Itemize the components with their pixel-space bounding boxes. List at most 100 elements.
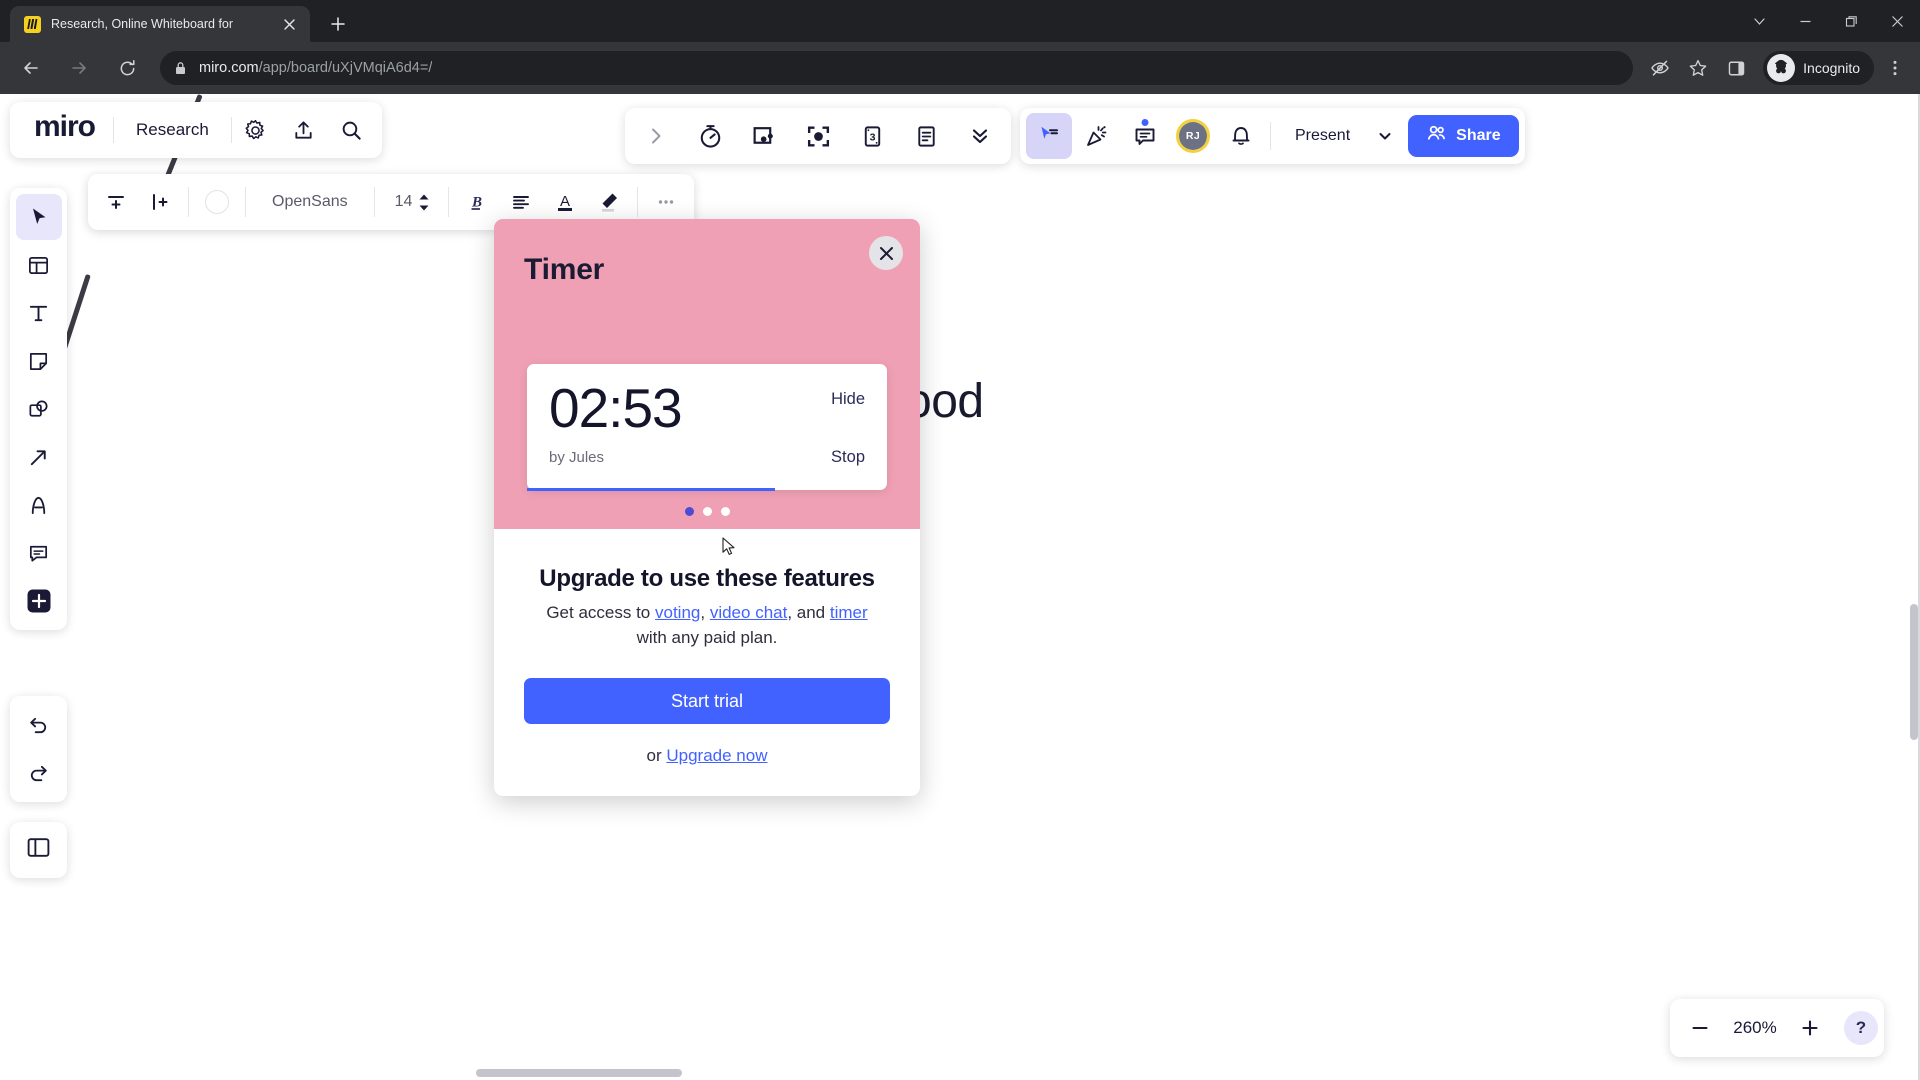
browser-toolbar: miro.com/app/board/uXjVMqiA6d4=/ Incogni…	[0, 42, 1920, 94]
plus-icon[interactable]	[1786, 1004, 1834, 1052]
upgrade-comma: ,	[700, 603, 710, 622]
svg-text:A: A	[560, 193, 570, 210]
carousel-dot[interactable]	[720, 507, 730, 516]
redo-icon[interactable]	[16, 750, 62, 796]
zoom-level[interactable]: 260%	[1724, 1018, 1786, 1038]
vertical-scrollbar[interactable]	[1910, 604, 1918, 740]
share-button[interactable]: Share	[1408, 115, 1519, 157]
close-icon[interactable]	[869, 236, 903, 270]
upgrade-text-prefix: Get access to	[546, 603, 655, 622]
upgrade-now-link[interactable]: Upgrade now	[666, 746, 767, 765]
or-text: or	[646, 746, 667, 766]
cursor-chat-icon[interactable]	[1026, 113, 1072, 159]
timer-hide-button[interactable]: Hide	[831, 380, 865, 409]
carousel-dot[interactable]	[684, 507, 694, 516]
undo-icon[interactable]	[16, 702, 62, 748]
address-bar[interactable]: miro.com/app/board/uXjVMqiA6d4=/	[160, 51, 1634, 85]
side-panel-toggle-button[interactable]	[10, 822, 67, 878]
miro-logo[interactable]: miro	[16, 102, 113, 158]
text-color-icon[interactable]: A	[543, 180, 587, 224]
divider	[1270, 122, 1271, 150]
tracking-protection-icon[interactable]	[1643, 51, 1677, 85]
link-video-chat[interactable]: video chat	[710, 603, 788, 622]
gear-icon[interactable]	[232, 106, 280, 154]
timer-stop-button[interactable]: Stop	[831, 448, 865, 467]
url-domain: miro.com	[199, 60, 259, 76]
highlighter-icon[interactable]	[587, 180, 631, 224]
card-three-icon[interactable]: 3	[845, 112, 899, 160]
carousel-dots	[494, 507, 920, 516]
sidebar-item-sticky-note[interactable]	[16, 338, 62, 384]
timer-card-bottom-row: by Jules Stop	[549, 448, 865, 467]
add-column-icon[interactable]	[138, 180, 182, 224]
link-voting[interactable]: voting	[655, 603, 700, 622]
miro-canvas[interactable]: ood miro Research 3 RJ Present Share Ope…	[0, 94, 1920, 1080]
help-button[interactable]: ?	[1844, 1011, 1878, 1045]
comment-list-icon[interactable]	[1122, 113, 1168, 159]
minus-icon[interactable]	[1676, 1004, 1724, 1052]
fmt-group-insert	[88, 174, 188, 230]
present-chevron-down-icon[interactable]	[1370, 116, 1400, 156]
browser-window: Research, Online Whiteboard for miro.com…	[0, 0, 1920, 1080]
upgrade-title: Upgrade to use these features	[539, 565, 875, 592]
incognito-icon	[1767, 54, 1796, 82]
present-button[interactable]: Present	[1277, 116, 1368, 156]
forward-arrow-icon[interactable]	[61, 50, 97, 86]
browser-tab[interactable]: Research, Online Whiteboard for	[10, 6, 310, 42]
incognito-profile-pill[interactable]: Incognito	[1763, 51, 1874, 85]
omnibox-actions: Incognito	[1643, 51, 1912, 85]
side-panel-icon[interactable]	[1719, 51, 1753, 85]
notes-icon[interactable]	[899, 112, 953, 160]
tab-close-icon[interactable]	[278, 13, 300, 35]
horizontal-scrollbar[interactable]	[476, 1069, 682, 1077]
window-close-icon[interactable]	[1874, 0, 1920, 42]
font-size-input[interactable]: 14	[381, 193, 419, 211]
three-dot-menu-icon[interactable]	[1878, 51, 1912, 85]
carousel-dot[interactable]	[702, 507, 712, 516]
sidebar-item-more-apps[interactable]	[16, 578, 62, 624]
back-arrow-icon[interactable]	[13, 50, 49, 86]
party-popper-icon[interactable]	[1074, 113, 1120, 159]
upgrade-text-suffix: with any paid plan.	[636, 627, 778, 647]
more-options-icon[interactable]	[644, 180, 688, 224]
expand-chevron-icon[interactable]	[629, 112, 683, 160]
sidebar-item-arrow-connector[interactable]	[16, 434, 62, 480]
sidebar-item-text[interactable]	[16, 290, 62, 336]
chevrons-down-icon[interactable]	[953, 112, 1007, 160]
focus-mode-icon[interactable]	[791, 112, 845, 160]
timer-display: 02:53	[549, 377, 683, 439]
share-button-label: Share	[1456, 127, 1501, 144]
reload-icon[interactable]	[109, 50, 145, 86]
start-trial-button[interactable]: Start trial	[524, 678, 890, 725]
upgrade-now-row: or Upgrade now	[524, 746, 890, 766]
upgrade-text-and: , and	[787, 603, 830, 622]
sidebar-item-shapes[interactable]	[16, 386, 62, 432]
search-icon[interactable]	[328, 106, 376, 154]
link-timer[interactable]: timer	[830, 603, 868, 622]
chevron-down-icon[interactable]	[1736, 0, 1782, 42]
timer-progress-fill	[527, 488, 776, 491]
sidebar-item-templates[interactable]	[16, 242, 62, 288]
upload-icon[interactable]	[280, 106, 328, 154]
board-name[interactable]: Research	[114, 120, 231, 140]
side-panel-toggle-icon	[26, 835, 51, 865]
sidebar-item-pen-draw[interactable]	[16, 482, 62, 528]
add-row-icon[interactable]	[94, 180, 138, 224]
bookmark-star-icon[interactable]	[1681, 51, 1715, 85]
frame-icon[interactable]	[737, 112, 791, 160]
new-tab-button[interactable]	[324, 10, 352, 38]
avatar[interactable]: RJ	[1170, 113, 1216, 159]
bell-icon[interactable]	[1218, 113, 1264, 159]
fill-color-swatch[interactable]	[195, 180, 239, 224]
align-left-icon[interactable]	[499, 180, 543, 224]
sidebar-item-cursor-select[interactable]	[15, 194, 62, 240]
timer-icon[interactable]	[683, 112, 737, 160]
restore-icon[interactable]	[1828, 0, 1874, 42]
fmt-group-font: OpenSans	[246, 174, 374, 230]
fmt-group-size: 14	[375, 174, 449, 230]
minimize-icon[interactable]	[1782, 0, 1828, 42]
font-size-stepper[interactable]	[418, 193, 442, 212]
bold-icon[interactable]: B	[455, 180, 499, 224]
sidebar-item-comment[interactable]	[16, 530, 62, 576]
font-family-select[interactable]: OpenSans	[252, 193, 368, 211]
